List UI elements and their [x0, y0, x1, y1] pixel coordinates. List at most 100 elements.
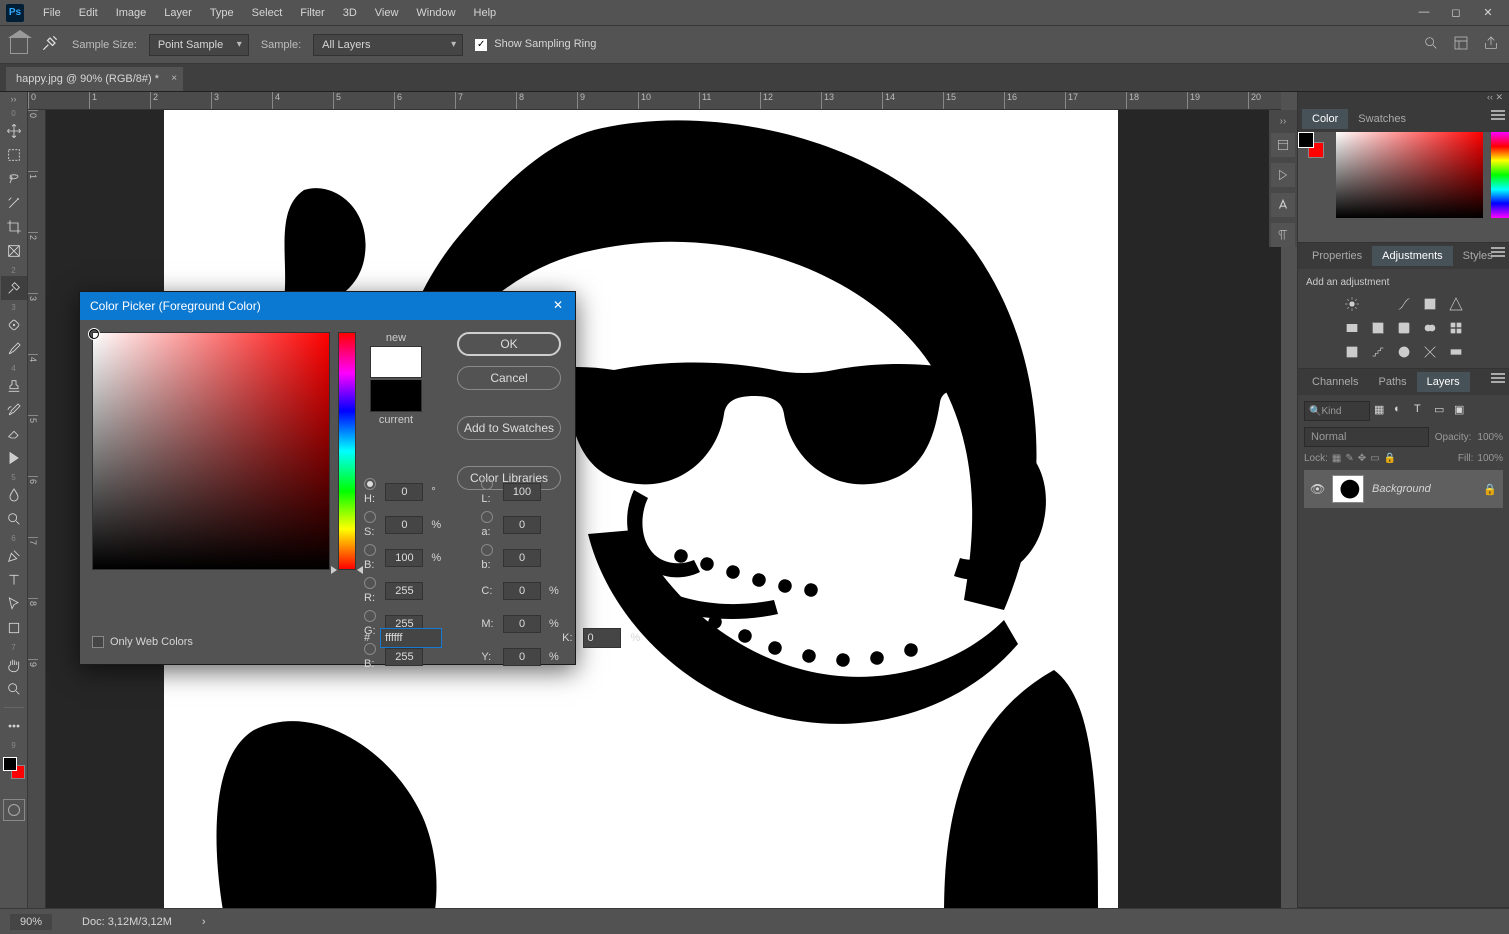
marquee-tool[interactable] [1, 143, 27, 167]
k-input[interactable] [583, 628, 621, 648]
y-input[interactable] [503, 648, 541, 666]
h-input[interactable] [385, 483, 423, 501]
path-select-tool[interactable] [1, 592, 27, 616]
zoom-value[interactable]: 90% [10, 914, 52, 930]
frame-tool[interactable] [1, 239, 27, 263]
lasso-tool[interactable] [1, 167, 27, 191]
close-icon[interactable]: ✕ [1481, 6, 1495, 19]
selective-color-icon[interactable] [1421, 344, 1439, 360]
levels-icon[interactable] [1369, 296, 1387, 312]
tab-channels[interactable]: Channels [1302, 372, 1368, 392]
paragraph-panel-icon[interactable] [1271, 223, 1295, 247]
b-input[interactable] [385, 549, 423, 567]
tab-color[interactable]: Color [1302, 109, 1348, 129]
menu-image[interactable]: Image [107, 3, 156, 23]
show-sampling-ring[interactable]: ✓ Show Sampling Ring [475, 38, 596, 51]
filter-adjust-icon[interactable]: ◐ [1394, 403, 1410, 419]
doc-size[interactable]: Doc: 3,12M/3,12M [82, 916, 172, 928]
h-radio[interactable] [364, 478, 376, 490]
dodge-tool[interactable] [1, 507, 27, 531]
workspace-icon[interactable] [1453, 35, 1469, 54]
color-fgbg[interactable] [1298, 132, 1324, 158]
menu-edit[interactable]: Edit [70, 3, 107, 23]
edit-toolbar[interactable] [1, 714, 27, 738]
panel-menu-icon[interactable] [1491, 114, 1505, 116]
tab-adjustments[interactable]: Adjustments [1372, 246, 1453, 266]
s-radio[interactable] [364, 511, 376, 523]
tab-properties[interactable]: Properties [1302, 246, 1372, 266]
hex-input[interactable] [380, 628, 442, 648]
eraser-tool[interactable] [1, 422, 27, 446]
magic-wand-tool[interactable] [1, 191, 27, 215]
hand-tool[interactable] [1, 653, 27, 677]
brightness-icon[interactable] [1343, 296, 1361, 312]
brush-tool[interactable] [1, 337, 27, 361]
layer-filter-kind[interactable]: 🔍 Kind [1304, 401, 1370, 421]
sample-dropdown[interactable]: All Layers [313, 34, 463, 56]
type-tool[interactable] [1, 568, 27, 592]
panel-menu-icon[interactable] [1491, 377, 1505, 379]
filter-type-icon[interactable]: T [1414, 403, 1430, 419]
status-chevron-icon[interactable]: › [202, 916, 206, 928]
filter-smart-icon[interactable]: ▣ [1454, 403, 1470, 419]
opacity-value[interactable]: 100% [1477, 432, 1503, 443]
lock-all-icon[interactable]: 🔒 [1384, 453, 1396, 464]
c-input[interactable] [503, 582, 541, 600]
bw-icon[interactable] [1369, 320, 1387, 336]
menu-type[interactable]: Type [201, 3, 243, 23]
menu-file[interactable]: File [34, 3, 70, 23]
home-icon[interactable] [10, 36, 28, 54]
healing-tool[interactable] [1, 313, 27, 337]
character-panel-icon[interactable] [1271, 193, 1295, 217]
tab-layers[interactable]: Layers [1417, 372, 1470, 392]
minimize-icon[interactable]: — [1417, 6, 1431, 19]
only-web-colors[interactable]: Only Web Colors [92, 636, 193, 648]
eyedropper-tool[interactable] [1, 276, 27, 300]
layer-row[interactable]: 👁 Background 🔒 [1304, 470, 1503, 508]
lock-trans-icon[interactable]: ▦ [1332, 453, 1341, 464]
a-radio[interactable] [481, 511, 493, 523]
filter-shape-icon[interactable]: ▭ [1434, 403, 1450, 419]
panel-menu-icon[interactable] [1491, 251, 1505, 253]
current-color-swatch[interactable] [370, 380, 422, 412]
vibrance-icon[interactable] [1447, 296, 1465, 312]
blend-mode-dropdown[interactable]: Normal [1304, 427, 1429, 447]
exposure-icon[interactable] [1421, 296, 1439, 312]
b2-input[interactable] [503, 549, 541, 567]
new-color-swatch[interactable] [370, 346, 422, 378]
menu-help[interactable]: Help [465, 3, 506, 23]
gradient-map-icon[interactable] [1447, 344, 1465, 360]
add-to-swatches-button[interactable]: Add to Swatches [457, 416, 561, 440]
lock-paint-icon[interactable]: ✎ [1345, 453, 1353, 464]
invert-icon[interactable] [1343, 344, 1361, 360]
channel-mixer-icon[interactable] [1421, 320, 1439, 336]
color-field[interactable] [1336, 132, 1483, 218]
menu-view[interactable]: View [366, 3, 408, 23]
tab-styles[interactable]: Styles [1453, 246, 1503, 266]
color-hue-strip[interactable] [1491, 132, 1509, 218]
move-tool[interactable] [1, 119, 27, 143]
tab-paths[interactable]: Paths [1368, 372, 1416, 392]
blur-tool[interactable] [1, 483, 27, 507]
r-input[interactable] [385, 582, 423, 600]
pen-tool[interactable] [1, 544, 27, 568]
shape-tool[interactable] [1, 616, 27, 640]
menu-filter[interactable]: Filter [291, 3, 333, 23]
b-radio[interactable] [364, 544, 376, 556]
threshold-icon[interactable] [1395, 344, 1413, 360]
color-lookup-icon[interactable] [1447, 320, 1465, 336]
search-icon[interactable] [1423, 35, 1439, 54]
filter-pixel-icon[interactable]: ▦ [1374, 403, 1390, 419]
history-brush-tool[interactable] [1, 398, 27, 422]
document-tab[interactable]: happy.jpg @ 90% (RGB/8#) * × [6, 67, 183, 91]
lock-nest-icon[interactable]: ▭ [1370, 453, 1379, 464]
zoom-tool[interactable] [1, 677, 27, 701]
dialog-titlebar[interactable]: Color Picker (Foreground Color) ✕ [80, 292, 575, 320]
menu-window[interactable]: Window [407, 3, 464, 23]
collapse-dock-icon[interactable]: ‹‹ ✕ [1298, 92, 1509, 106]
hue-icon[interactable] [1343, 320, 1361, 336]
l-radio[interactable] [481, 478, 493, 490]
menu-select[interactable]: Select [243, 3, 292, 23]
maximize-icon[interactable]: ◻ [1449, 6, 1463, 19]
gradient-tool[interactable] [1, 446, 27, 470]
